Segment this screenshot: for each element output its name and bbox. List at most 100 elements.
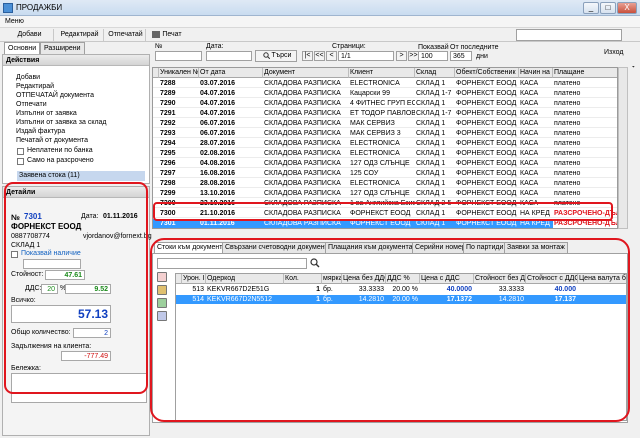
col-price[interactable]: Цена без ДДС [342, 274, 386, 284]
delete-item-icon[interactable] [157, 272, 167, 282]
table-row[interactable]: 7295 02.08.2016 СКЛАДОВА РАЗПИСКА ELECTRONI… [153, 149, 617, 158]
search-icon[interactable] [310, 258, 320, 268]
action-fulfill-warehouse-order[interactable]: Изпълни от заявка за склад [16, 119, 107, 126]
col-value[interactable]: Стойност без ДДС [474, 274, 526, 284]
item-cell: 20.00 % [392, 296, 418, 303]
tab-batches[interactable]: По партиди [463, 242, 507, 253]
col-currency-price[interactable]: Цена валута без [578, 274, 626, 284]
table-cell: СКЛАДОВА РАЗПИСКА [264, 210, 341, 217]
table-cell: 01.11.2016 [200, 220, 235, 227]
table-row[interactable]: 7293 06.07.2016 СКЛАДОВА РАЗПИСКА МАК СЕРВИ… [153, 129, 617, 138]
show-availability-checkbox[interactable] [11, 251, 18, 258]
table-row[interactable]: 7289 04.07.2016 СКЛАДОВА РАЗПИСКА Кацарски … [153, 89, 617, 98]
table-cell: СКЛАДОВА РАЗПИСКА [264, 90, 341, 97]
col-document[interactable]: Документ [263, 68, 349, 78]
list-item[interactable]: 514 KEKVR667D2N5512 1 бр. 14.2810 20.00 % 17.1… [176, 295, 626, 304]
table-row[interactable]: 7294 28.07.2016 СКЛАДОВА РАЗПИСКА ELECTRONI… [153, 139, 617, 148]
col-value-vat[interactable]: Стойност с ДДС [526, 274, 578, 284]
vat-percent-field[interactable]: 20 [41, 284, 58, 294]
action-add[interactable]: Добави [16, 74, 40, 81]
col-price-vat[interactable]: Цена с ДДС [420, 274, 474, 284]
filter-no-input[interactable] [155, 51, 202, 61]
action-edit[interactable]: Редактирай [16, 83, 54, 90]
toolbar-search-input[interactable] [516, 29, 622, 41]
availability-field[interactable] [23, 259, 81, 269]
col-item-id[interactable]: Урон. ID [182, 274, 206, 284]
table-row[interactable]: 7299 13.10.2016 СКЛАДОВА РАЗПИСКА 127 ОДЗ С… [153, 189, 617, 198]
col-unit[interactable]: мярка [322, 274, 342, 284]
installment-checkbox[interactable] [17, 158, 24, 165]
show-count-input[interactable]: 100 [418, 51, 448, 61]
filter-date-input[interactable] [206, 51, 252, 61]
details-header: Детайли [3, 187, 149, 198]
close-button[interactable]: X [617, 2, 637, 14]
note-field[interactable] [11, 373, 147, 403]
tab-payments[interactable]: Плащания към документа [325, 242, 416, 253]
add-item-icon[interactable] [157, 298, 167, 308]
unpaid-bank-checkbox[interactable] [17, 148, 24, 155]
col-code[interactable]: Одеркод [206, 274, 284, 284]
pending-orders-link[interactable]: Заявена стока (11) [17, 171, 145, 181]
installment-label: Само на разсрочено [27, 157, 94, 164]
tab-document-items[interactable]: Стоки към документа [154, 242, 230, 253]
col-method[interactable]: Начин на [519, 68, 553, 78]
col-id[interactable]: Уникален № [159, 68, 199, 78]
table-row[interactable]: 7288 03.07.2016 СКЛАДОВА РАЗПИСКА ELECTRONI… [153, 79, 617, 88]
table-row[interactable]: 7300 21.10.2016 СКЛАДОВА РАЗПИСКА ФОРНЕКСТ … [153, 209, 617, 218]
table-row[interactable]: 7291 04.07.2016 СКЛАДОВА РАЗПИСКА ЕТ ТОДОР … [153, 109, 617, 118]
table-row[interactable]: 7292 06.07.2016 СКЛАДОВА РАЗПИСКА МАК СЕРВИ… [153, 119, 617, 128]
edit-button[interactable]: Редактирай [56, 29, 104, 41]
action-print-from-document[interactable]: Печатай от документа [16, 137, 88, 144]
search-button[interactable]: Търси [255, 50, 297, 62]
minimize-button[interactable]: _ [583, 2, 599, 14]
table-row[interactable]: 7296 04.08.2016 СКЛАДОВА РАЗПИСКА 127 ОДЗ С… [153, 159, 617, 168]
table-row[interactable]: 7300 23.10.2016 СКЛАДОВА РАЗПИСКА 1 ва Англ… [153, 199, 617, 208]
table-cell: ELECTRONICA [350, 80, 400, 87]
maximize-button[interactable]: □ [600, 2, 616, 14]
table-row[interactable]: 7290 04.07.2016 СКЛАДОВА РАЗПИСКА 4 ФИТНЕС … [153, 99, 617, 108]
action-issue-invoice[interactable]: Издай фактура [16, 128, 65, 135]
grid-scrollbar[interactable] [618, 67, 628, 229]
table-row[interactable]: 7297 16.08.2016 СКЛАДОВА РАЗПИСКА 125 СОУ СК… [153, 169, 617, 178]
tab-extended[interactable]: Разширени [40, 42, 85, 54]
items-search-input[interactable] [157, 258, 307, 269]
col-vat[interactable]: ДДС % [386, 274, 420, 284]
action-print[interactable]: Отпечати [16, 101, 47, 108]
nav-prev-button[interactable]: < [326, 51, 337, 61]
item-cell: 1 [316, 286, 320, 293]
days-label: дни [476, 53, 488, 60]
edit-item-icon[interactable] [157, 285, 167, 295]
last-days-input[interactable]: 365 [450, 51, 472, 61]
move-item-icon[interactable] [157, 311, 167, 321]
list-item[interactable]: 513 KEKVR667D2E51G 1 бр. 33.3333 20.00 % 40.00… [176, 285, 626, 294]
tab-installation-orders[interactable]: Заявки за монтаж [504, 242, 568, 253]
tab-accounting-docs[interactable]: Свързани счетоводни документи [222, 242, 335, 253]
title-bar: ПРОДАЖБИ _ □ X [0, 0, 640, 16]
page-select[interactable]: 1/1 [338, 51, 394, 61]
col-payment[interactable]: Плащане [553, 68, 617, 78]
table-cell: СКЛАДОВА РАЗПИСКА [264, 180, 341, 187]
items-panel: Урон. ID Одеркод Кол. мярка Цена без ДДС… [152, 253, 628, 423]
debt-field: -777.49 [61, 351, 111, 361]
menu-item-main[interactable]: Меню [5, 18, 24, 25]
table-row[interactable]: 7298 28.08.2016 СКЛАДОВА РАЗПИСКА ELECTRONI… [153, 179, 617, 188]
table-row[interactable]: 7301 01.11.2016 СКЛАДОВА РАЗПИСКА ФОРНЕКСТ … [153, 219, 617, 228]
print-button[interactable]: Печат [150, 29, 184, 41]
table-cell: ФОРНЕКСТ ЕООД [456, 90, 517, 97]
action-fulfill-order[interactable]: Изпълни от заявка [16, 110, 77, 117]
exit-button[interactable]: Изход [604, 49, 624, 56]
nav-first-button[interactable]: |< [302, 51, 313, 61]
col-client[interactable]: Клиент [349, 68, 415, 78]
nav-prev-page-button[interactable]: << [314, 51, 325, 61]
col-qty[interactable]: Кол. [284, 274, 322, 284]
cost-field: 47.61 [45, 270, 85, 280]
add-button[interactable]: Добави [6, 29, 54, 41]
nav-next-button[interactable]: > [396, 51, 407, 61]
col-owner[interactable]: Обект/Собственик [455, 68, 519, 78]
col-warehouse[interactable]: Склад [415, 68, 455, 78]
tab-basic[interactable]: Основни [4, 42, 41, 54]
col-date[interactable]: От дата [199, 68, 263, 78]
item-cell: 40.000 [554, 286, 576, 293]
print-doc-button[interactable]: Отпечатай [106, 29, 146, 41]
action-print-document[interactable]: ОТПЕЧАТАЙ документа [16, 92, 94, 99]
